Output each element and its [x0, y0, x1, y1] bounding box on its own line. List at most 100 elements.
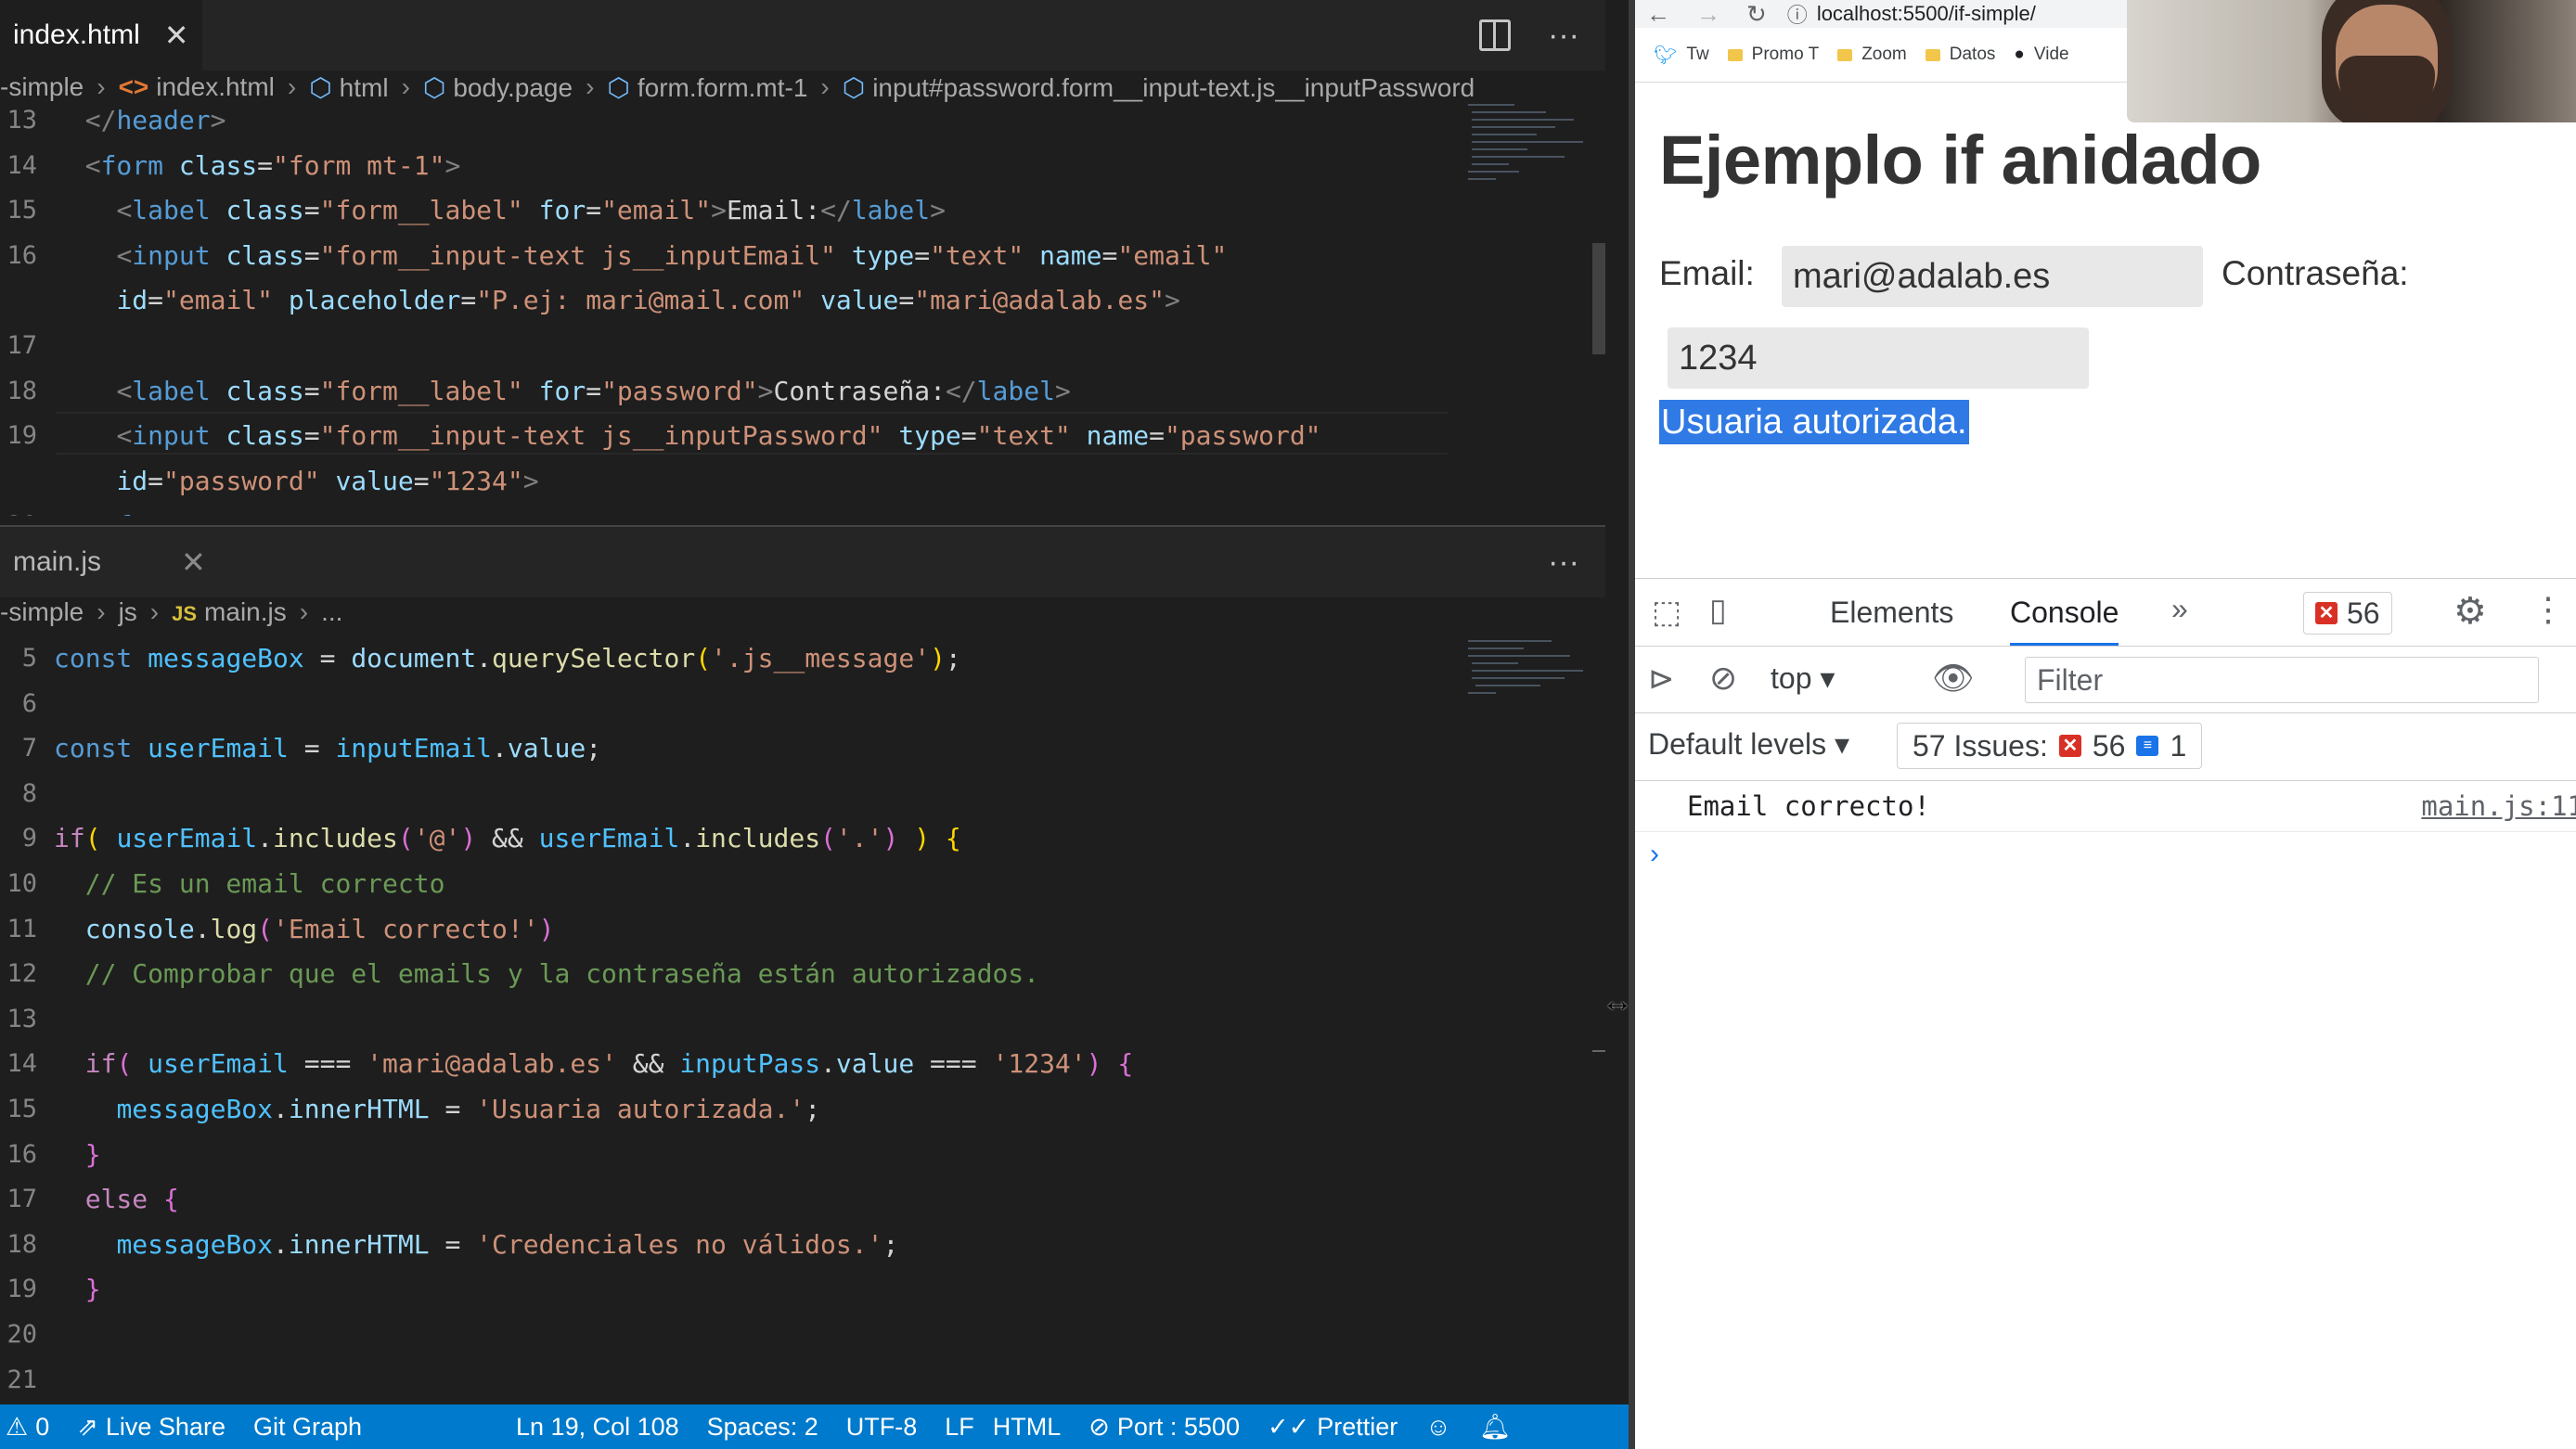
line-number: 18	[6, 1229, 37, 1259]
breadcrumb: -simple › js › JS main.js ›...	[0, 592, 1605, 633]
tab-main-js[interactable]: main.js ✕	[0, 527, 219, 597]
email-input[interactable]: mari@adalab.es	[1782, 246, 2203, 307]
site-icon: ●	[2014, 45, 2025, 64]
context-selector[interactable]: top ▾	[1771, 660, 1835, 696]
line-number: 12	[6, 959, 37, 989]
tab-elements[interactable]: Elements	[1830, 579, 1953, 646]
bookmark-item[interactable]: 🐦︎ Tw	[1654, 44, 1709, 67]
kebab-menu-icon[interactable]: ⋮	[2531, 590, 2565, 629]
console-prompt-icon[interactable]: ›	[1650, 839, 1659, 870]
breadcrumb-item[interactable]: ...	[321, 597, 342, 627]
scrollbar[interactable]	[1592, 1050, 1605, 1052]
line-number: 16	[6, 1139, 37, 1169]
tab-console[interactable]: Console	[2010, 579, 2119, 646]
more-actions-icon[interactable]: ···	[1548, 18, 1579, 54]
code-text: }	[84, 1138, 101, 1170]
sidebar-toggle-icon[interactable]: ⊳	[1648, 660, 1675, 698]
page-title: Ejemplo if anidado	[1659, 122, 2261, 199]
line-number: 21	[6, 1365, 37, 1394]
line-number: 19	[6, 1275, 37, 1304]
email-label: Email:	[1659, 254, 1755, 292]
password-input[interactable]: 1234	[1668, 327, 2089, 389]
end-of-line[interactable]: LF	[945, 1413, 974, 1442]
problems-indicator[interactable]: ⚠ 0	[6, 1413, 49, 1442]
code-text: messageBox.innerHTML = 'Usuaria autoriza…	[116, 1094, 821, 1124]
line-number: 5	[21, 644, 37, 673]
code-text: <input class="form__input-text js__input…	[116, 420, 1321, 452]
html-file-icon: <>	[118, 72, 149, 101]
code-text: // Es un email correcto	[84, 868, 445, 899]
cursor-position[interactable]: Ln 19, Col 108	[516, 1413, 679, 1442]
error-icon: ✕	[2058, 735, 2081, 757]
js-file-icon: JS	[172, 602, 198, 625]
breadcrumb-item[interactable]: JS main.js	[172, 597, 287, 627]
folder-icon	[1837, 48, 1853, 61]
breadcrumb-separator: ›	[586, 72, 595, 101]
clear-console-icon[interactable]: ⊘	[1709, 659, 1737, 698]
line-number: 18	[6, 376, 37, 405]
window-splitter[interactable]	[1629, 0, 1635, 1449]
bookmark-item[interactable]: Zoom	[1837, 45, 1907, 65]
live-share-button[interactable]: ⇗ Live Share	[77, 1413, 225, 1442]
password-label: Contraseña:	[2222, 254, 2409, 292]
encoding[interactable]: UTF-8	[846, 1413, 918, 1442]
code-text: console.log('Email correcto!')	[84, 913, 555, 944]
breadcrumb-item[interactable]: ⬡ body.page	[423, 72, 573, 103]
line-number: 10	[6, 869, 37, 898]
minimap[interactable]	[1464, 636, 1585, 701]
back-icon[interactable]: ←	[1646, 0, 1670, 29]
info-icon[interactable]: ⓘ	[1787, 0, 1808, 29]
breadcrumb-item[interactable]: -simple	[0, 72, 84, 102]
html-editor-pane: index.html ✕ ··· -simple › <> index.html › ⬡ h…	[0, 0, 1605, 516]
status-bar: ⚠ 0 ⇗ Live Share Git Graph Ln 19, Col 108 …	[0, 1404, 1629, 1449]
breadcrumb-item[interactable]: <> index.html	[119, 72, 275, 102]
minimap[interactable]	[1464, 100, 1585, 193]
console-toolbar: ⊳ ⊘ top ▾ 👁︎ Filter	[1635, 646, 2576, 713]
breadcrumb-item[interactable]: ⬡ html	[309, 72, 388, 103]
live-server-port[interactable]: ⊘ Port : 5500	[1088, 1413, 1240, 1442]
bookmark-item[interactable]: Datos	[1925, 45, 1995, 65]
code-text: // Comprobar que el emails y la contrase…	[84, 958, 1040, 990]
tab-index-html[interactable]: index.html ✕	[0, 0, 202, 71]
console-source-link[interactable]: main.js:11	[2421, 790, 2576, 822]
breadcrumb-item[interactable]: -simple	[0, 597, 84, 627]
feedback-icon[interactable]: ☺	[1425, 1413, 1451, 1442]
more-tabs-icon[interactable]: »	[2171, 592, 2188, 626]
split-editor-icon[interactable]	[1479, 19, 1512, 51]
code-text: if( userEmail.includes('@') && userEmail…	[54, 823, 961, 854]
prettier-button[interactable]: ✓✓ Prettier	[1268, 1413, 1397, 1442]
bookmark-item[interactable]: Promo T	[1727, 45, 1819, 65]
gear-icon[interactable]: ⚙	[2454, 590, 2487, 633]
device-toggle-icon[interactable]: ▯	[1709, 592, 1727, 629]
issues-button[interactable]: 57 Issues: ✕ 56 ≡ 1	[1897, 723, 2203, 769]
browser-window: ← → ↻ ⓘ localhost:5500/if-simple/ 🐦︎ Tw Pr…	[1635, 0, 2576, 1449]
close-icon[interactable]: ✕	[164, 20, 189, 50]
line-number: 13	[6, 1004, 37, 1033]
eye-icon[interactable]: 👁︎	[1932, 659, 1975, 698]
tab-title: main.js	[13, 546, 102, 577]
bell-icon[interactable]: 🔔︎	[1479, 1412, 1511, 1442]
indentation[interactable]: Spaces: 2	[707, 1413, 818, 1442]
filter-input[interactable]: Filter	[2025, 657, 2539, 703]
more-actions-icon[interactable]: ···	[1548, 545, 1579, 581]
breadcrumb-separator: ›	[97, 72, 106, 101]
close-icon[interactable]: ✕	[181, 547, 206, 577]
language-mode[interactable]: HTML	[993, 1413, 1062, 1442]
error-count-badge[interactable]: ✕ 56	[2303, 592, 2392, 635]
inspect-icon[interactable]: ⬚	[1652, 594, 1681, 631]
forward-icon[interactable]: →	[1696, 0, 1720, 29]
breadcrumb-item[interactable]: ⬡ form.form.mt-1	[607, 72, 807, 103]
log-levels-dropdown[interactable]: Default levels ▾	[1648, 726, 1849, 762]
message-text: Usuaria autorizada.	[1659, 400, 1969, 444]
bookmark-item[interactable]: ● Vide	[2014, 45, 2068, 65]
element-icon: ⬡	[607, 72, 630, 102]
breadcrumb-item[interactable]: ⬡ input#password.form__input-text.js__inp…	[843, 72, 1475, 103]
code-text: </form>	[54, 506, 195, 516]
breadcrumb-item[interactable]: js	[119, 597, 137, 627]
git-graph-button[interactable]: Git Graph	[253, 1413, 362, 1442]
code-editor-window: index.html ✕ ··· -simple › <> index.html › ⬡ h…	[0, 0, 1629, 1449]
code-text: </header>	[84, 105, 226, 135]
scrollbar[interactable]	[1592, 243, 1605, 354]
reload-icon[interactable]: ↻	[1746, 0, 1767, 29]
url-field[interactable]: localhost:5500/if-simple/	[1817, 2, 2036, 26]
